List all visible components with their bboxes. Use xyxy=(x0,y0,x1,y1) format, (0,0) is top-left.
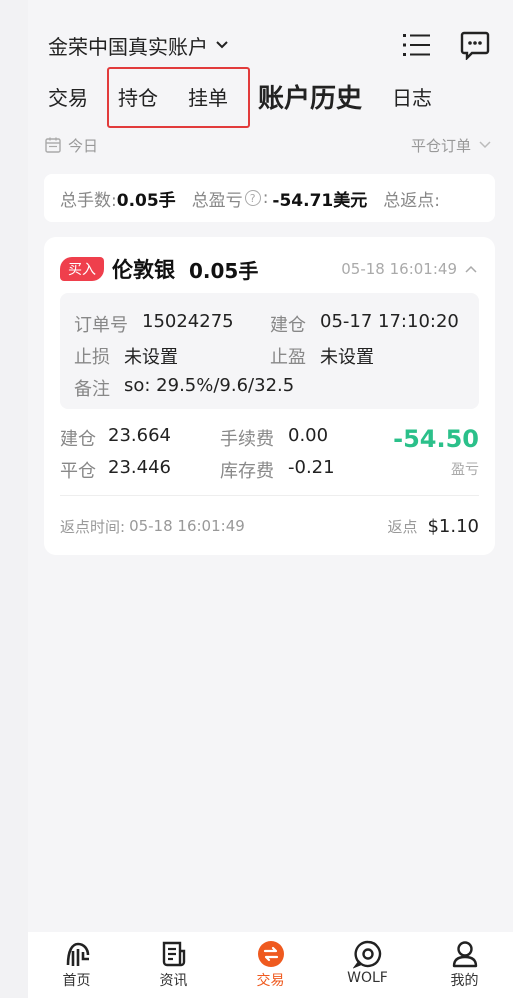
total-lots-value: 0.05手 xyxy=(116,190,176,211)
close-price: 23.446 xyxy=(108,457,171,478)
list-icon[interactable] xyxy=(399,27,435,63)
profile-icon xyxy=(449,938,481,970)
news-icon xyxy=(158,938,190,970)
stop-loss: 未设置 xyxy=(124,347,178,368)
home-logo-icon xyxy=(61,938,93,970)
open-time-label: 建仓 xyxy=(270,315,306,336)
nav-wolf-label: WOLF xyxy=(347,970,388,986)
filter-bar: 今日 平仓订单 xyxy=(44,133,493,157)
pnl-value: -54.50 xyxy=(393,425,479,453)
trade-icon xyxy=(255,938,287,970)
bottom-nav: 首页 资讯 交易 WOLF 我的 xyxy=(28,932,513,998)
order-header: 买入 伦敦银 0.05手 05-18 16:01:49 xyxy=(60,255,479,283)
close-price-label: 平仓 xyxy=(60,461,96,482)
nav-news[interactable]: 资讯 xyxy=(125,932,222,998)
stop-loss-label: 止损 xyxy=(74,347,110,368)
message-icon[interactable] xyxy=(457,27,493,63)
tab-trade[interactable]: 交易 xyxy=(48,82,88,111)
rebate-row: 返点时间: 05-18 16:01:49 返点 $1.10 xyxy=(60,513,479,539)
nav-profile[interactable]: 我的 xyxy=(416,932,513,998)
nav-home[interactable]: 首页 xyxy=(28,932,125,998)
chevron-down-icon[interactable] xyxy=(214,37,230,53)
date-filter-label: 今日 xyxy=(68,136,99,155)
total-pnl-value: -54.71美元 xyxy=(272,190,368,211)
fee: 0.00 xyxy=(288,425,329,446)
order-no-label: 订单号 xyxy=(74,315,128,336)
header: 金荣中国真实账户 xyxy=(48,25,493,65)
highlight-box xyxy=(107,67,250,128)
take-profit: 未设置 xyxy=(320,347,374,368)
note-label: 备注 xyxy=(74,379,110,400)
nav-trade-label: 交易 xyxy=(256,973,285,989)
total-rebate-label: 总返点: xyxy=(383,190,440,211)
help-icon[interactable]: ? xyxy=(244,190,261,206)
take-profit-label: 止盈 xyxy=(270,347,306,368)
order-no: 15024275 xyxy=(142,311,234,332)
nav-wolf[interactable]: WOLF xyxy=(319,932,416,998)
side-badge: 买入 xyxy=(60,257,104,281)
symbol: 伦敦银 xyxy=(112,258,175,282)
rebate-time: 05-18 16:01:49 xyxy=(129,517,245,535)
divider xyxy=(60,495,479,496)
order-time-group[interactable]: 05-18 16:01:49 xyxy=(341,260,479,278)
nav-profile-label: 我的 xyxy=(450,973,479,989)
total-lots-label: 总手数: xyxy=(60,190,117,211)
pnl-label: 盈亏 xyxy=(451,462,479,478)
rebate-time-label: 返点时间: xyxy=(60,517,126,536)
price-section: 建仓 23.664 手续费 0.00 平仓 23.446 库存费 -0.21 -… xyxy=(60,423,479,483)
summary-bar: 总手数: 0.05手 总盈亏 ?: -54.71美元 总返点: xyxy=(44,174,495,222)
chevron-down-icon xyxy=(479,141,491,149)
tab-log[interactable]: 日志 xyxy=(392,82,432,111)
nav-home-label: 首页 xyxy=(62,973,91,989)
order-detail-panel: 订单号 15024275 建仓 05-17 17:10:20 止损 未设置 止盈… xyxy=(60,293,479,409)
note: so: 29.5%/9.6/32.5 xyxy=(124,375,295,396)
total-pnl-label: 总盈亏 xyxy=(191,190,243,211)
order-lots: 0.05手 xyxy=(189,258,259,283)
swap: -0.21 xyxy=(288,457,335,478)
rebate-label: 返点 xyxy=(387,517,418,536)
account-title[interactable]: 金荣中国真实账户 xyxy=(48,31,208,60)
order-type-label: 平仓订单 xyxy=(410,136,471,155)
chat-bubble-icon xyxy=(352,938,384,970)
order-time: 05-18 16:01:49 xyxy=(341,260,457,278)
fee-label: 手续费 xyxy=(220,429,274,450)
calendar-icon xyxy=(45,137,61,153)
date-filter[interactable]: 今日 xyxy=(44,135,98,156)
rebate-value: $1.10 xyxy=(427,515,479,537)
open-price-label: 建仓 xyxy=(60,429,96,450)
nav-trade[interactable]: 交易 xyxy=(222,932,319,998)
order-type-filter[interactable]: 平仓订单 xyxy=(411,135,493,156)
swap-label: 库存费 xyxy=(220,461,274,482)
tab-account-history[interactable]: 账户历史 xyxy=(258,78,362,115)
order-card[interactable]: 买入 伦敦银 0.05手 05-18 16:01:49 订单号 15024275… xyxy=(44,237,495,555)
chevron-up-icon xyxy=(465,265,477,273)
open-time: 05-17 17:10:20 xyxy=(320,311,459,332)
open-price: 23.664 xyxy=(108,425,171,446)
nav-news-label: 资讯 xyxy=(159,973,188,989)
